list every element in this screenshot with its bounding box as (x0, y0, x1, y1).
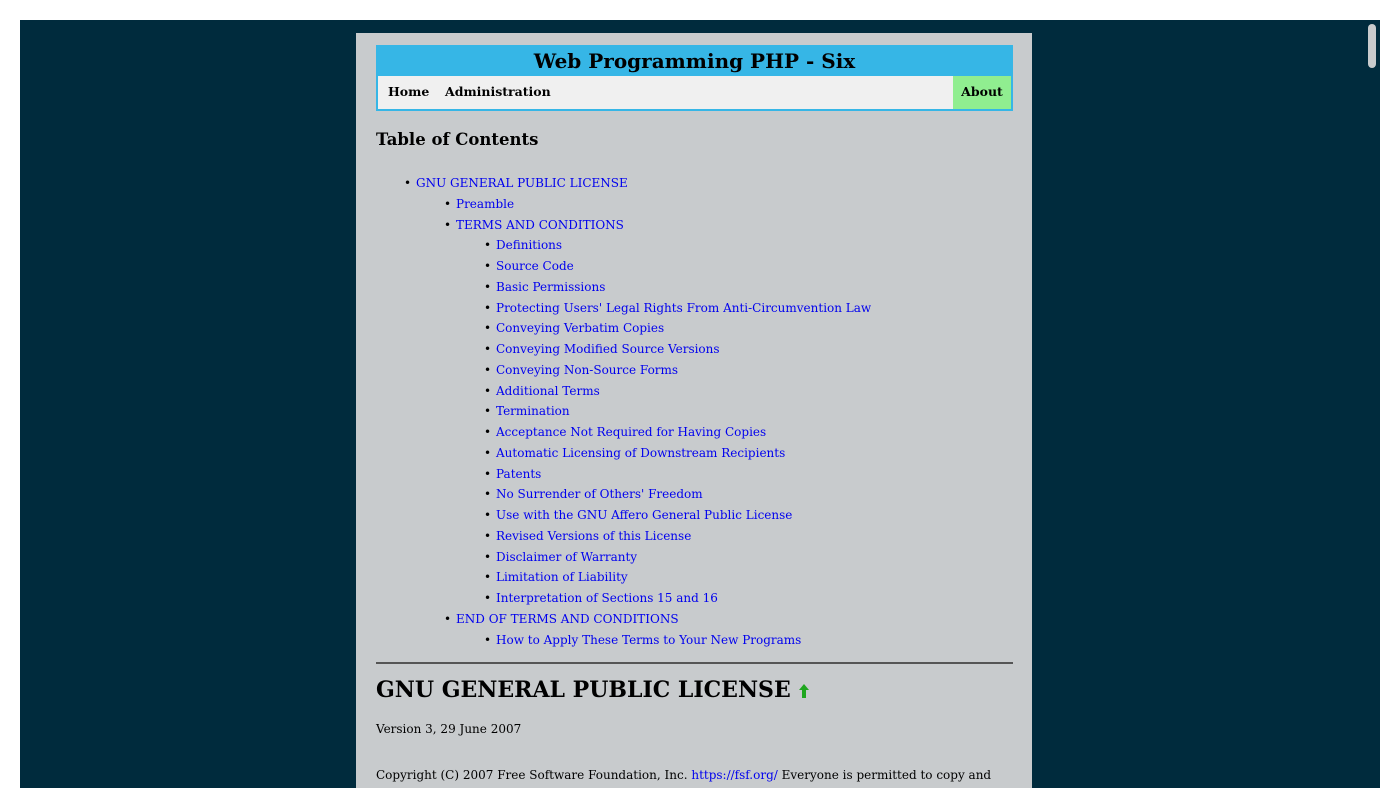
bullet: • (484, 446, 492, 460)
toc-link[interactable]: Protecting Users' Legal Rights From Anti… (496, 301, 871, 315)
toc-link[interactable]: Interpretation of Sections 15 and 16 (496, 591, 718, 605)
bullet: • (484, 238, 492, 252)
toc-item: • TERMS AND CONDITIONS (444, 215, 624, 235)
toc-link[interactable]: Use with the GNU Affero General Public L… (496, 508, 792, 522)
copyright-notice: Copyright (C) 2007 Free Software Foundat… (376, 765, 1016, 788)
bullet: • (444, 197, 452, 211)
bullet: • (484, 529, 492, 543)
toc-item: • END OF TERMS AND CONDITIONS (444, 609, 679, 629)
toc-item: • Use with the GNU Affero General Public … (484, 505, 792, 525)
toc-item: • Basic Permissions (484, 277, 605, 297)
bullet: • (484, 633, 492, 647)
toc-item: • Revised Versions of this License (484, 526, 691, 546)
vertical-scrollbar[interactable] (1364, 20, 1380, 788)
toc-item: • Source Code (484, 256, 574, 276)
toc-link[interactable]: Acceptance Not Required for Having Copie… (496, 425, 766, 439)
nav-administration-link[interactable]: Administration (445, 76, 551, 109)
bullet: • (484, 280, 492, 294)
toc-item: • Acceptance Not Required for Having Copi… (484, 422, 766, 442)
bullet: • (484, 550, 492, 564)
site-title: Web Programming PHP - Six (378, 47, 1011, 76)
back-to-top-icon[interactable] (798, 678, 809, 704)
bullet: • (484, 342, 492, 356)
fsf-link[interactable]: https://fsf.org/ (691, 768, 777, 782)
bullet: • (484, 321, 492, 335)
toc-link[interactable]: Termination (496, 404, 570, 418)
bullet: • (444, 218, 452, 232)
toc-link[interactable]: TERMS AND CONDITIONS (456, 218, 624, 232)
bullet: • (484, 384, 492, 398)
bullet: • (484, 467, 492, 481)
horizontal-rule (376, 662, 1013, 664)
toc-link[interactable]: Additional Terms (496, 384, 600, 398)
main-nav: Home Administration About (378, 76, 1011, 109)
copyright-prefix: Copyright (C) 2007 Free Software Foundat… (376, 768, 688, 782)
license-version: Version 3, 29 June 2007 (376, 722, 522, 736)
bullet: • (404, 176, 412, 190)
page-container: Web Programming PHP - Six Home Administr… (356, 33, 1032, 788)
toc-link[interactable]: Preamble (456, 197, 514, 211)
toc-link[interactable]: How to Apply These Terms to Your New Pro… (496, 633, 801, 647)
bullet: • (484, 425, 492, 439)
toc-link[interactable]: Definitions (496, 238, 562, 252)
toc-item: • Conveying Verbatim Copies (484, 318, 664, 338)
browser-viewport: Web Programming PHP - Six Home Administr… (20, 20, 1380, 788)
bullet: • (484, 508, 492, 522)
scrollbar-thumb[interactable] (1368, 24, 1376, 68)
bullet: • (444, 612, 452, 626)
section-title-text: GNU GENERAL PUBLIC LICENSE (376, 677, 791, 703)
toc-link[interactable]: Source Code (496, 259, 574, 273)
toc-item: • Additional Terms (484, 381, 600, 401)
toc-link[interactable]: Conveying Verbatim Copies (496, 321, 664, 335)
toc-item: • Disclaimer of Warranty (484, 547, 637, 567)
bullet: • (484, 363, 492, 377)
toc-item: • Definitions (484, 235, 562, 255)
toc-link[interactable]: Basic Permissions (496, 280, 605, 294)
toc-link[interactable]: Automatic Licensing of Downstream Recipi… (496, 446, 785, 460)
toc-item: • Automatic Licensing of Downstream Recip… (484, 443, 785, 463)
toc-link[interactable]: Conveying Modified Source Versions (496, 342, 720, 356)
toc-item: • Patents (484, 464, 541, 484)
site-header: Web Programming PHP - Six Home Administr… (376, 45, 1013, 111)
bullet: • (484, 591, 492, 605)
nav-home-link[interactable]: Home (388, 76, 429, 109)
toc-link[interactable]: No Surrender of Others' Freedom (496, 487, 703, 501)
toc-item: • Preamble (444, 194, 514, 214)
toc-link[interactable]: Patents (496, 467, 541, 481)
toc-item: • How to Apply These Terms to Your New Pr… (484, 630, 801, 650)
toc-link[interactable]: Revised Versions of this License (496, 529, 691, 543)
bullet: • (484, 301, 492, 315)
toc-link[interactable]: END OF TERMS AND CONDITIONS (456, 612, 679, 626)
toc-heading: Table of Contents (376, 130, 539, 149)
toc-item: • Limitation of Liability (484, 567, 628, 587)
toc-item: • No Surrender of Others' Freedom (484, 484, 703, 504)
toc-item: • Termination (484, 401, 570, 421)
bullet: • (484, 487, 492, 501)
toc-link[interactable]: Conveying Non-Source Forms (496, 363, 678, 377)
toc-item: • Protecting Users' Legal Rights From Ant… (484, 298, 871, 318)
toc-link[interactable]: GNU GENERAL PUBLIC LICENSE (416, 176, 628, 190)
nav-about-link[interactable]: About (953, 76, 1011, 109)
bullet: • (484, 404, 492, 418)
toc-item: • Conveying Non-Source Forms (484, 360, 678, 380)
bullet: • (484, 259, 492, 273)
toc-item: • GNU GENERAL PUBLIC LICENSE (404, 173, 628, 193)
section-title: GNU GENERAL PUBLIC LICENSE (376, 677, 809, 704)
toc-item: • Interpretation of Sections 15 and 16 (484, 588, 718, 608)
toc-link[interactable]: Disclaimer of Warranty (496, 550, 637, 564)
bullet: • (484, 570, 492, 584)
toc-link[interactable]: Limitation of Liability (496, 570, 628, 584)
toc-item: • Conveying Modified Source Versions (484, 339, 720, 359)
